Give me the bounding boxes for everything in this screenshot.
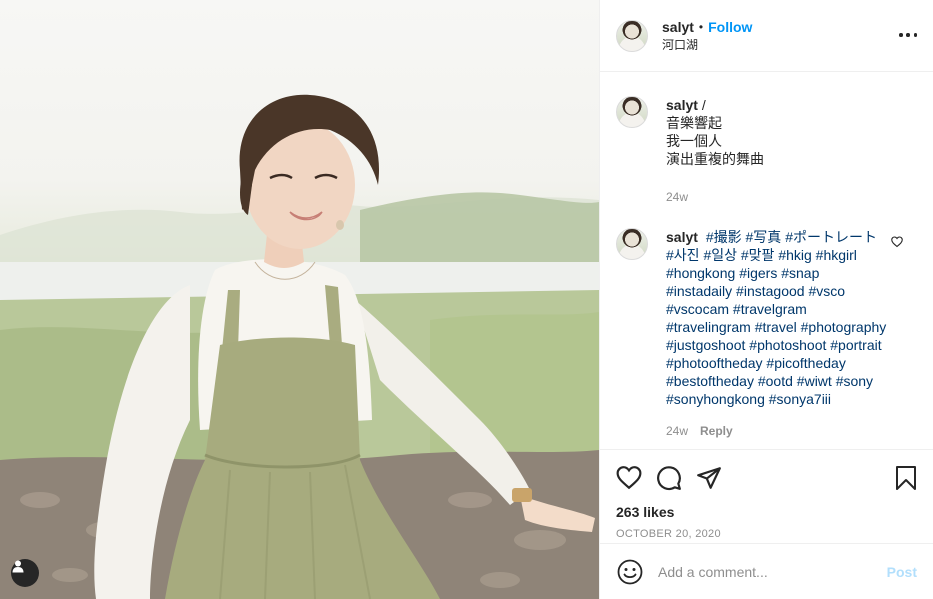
- comment-button[interactable]: [656, 458, 696, 498]
- hashtag-link[interactable]: #travelingram: [666, 319, 751, 335]
- reply-button[interactable]: Reply: [700, 422, 733, 440]
- comment-input[interactable]: [658, 563, 887, 580]
- hashtag-link[interactable]: #hongkong: [666, 265, 735, 281]
- comment-icon: [657, 466, 681, 491]
- caption-line: 我一個人: [666, 133, 722, 149]
- hashtag-link[interactable]: #ootd: [758, 373, 793, 389]
- tagged-user-button[interactable]: [11, 559, 39, 587]
- hashtag-link[interactable]: #igers: [739, 265, 777, 281]
- caption-username[interactable]: salyt: [666, 97, 698, 113]
- save-button[interactable]: [895, 458, 921, 498]
- heart-icon: [616, 466, 642, 490]
- hashtag-link[interactable]: #vsco: [808, 283, 845, 299]
- share-button[interactable]: [696, 458, 736, 498]
- more-options-icon[interactable]: [899, 26, 917, 44]
- hashtag-link[interactable]: #sonyhongkong: [666, 391, 765, 407]
- hashtag-link[interactable]: #bestoftheday: [666, 373, 754, 389]
- post-header: salyt • Follow 河口湖: [600, 0, 933, 72]
- likes-count[interactable]: 263 likes: [616, 504, 917, 520]
- avatar[interactable]: [616, 96, 648, 128]
- post-actions: 263 likes OCTOBER 20, 2020: [600, 449, 933, 543]
- hashtag-link[interactable]: #instadaily: [666, 283, 732, 299]
- post-photo[interactable]: [0, 0, 599, 599]
- hashtag-link[interactable]: #snap: [781, 265, 819, 281]
- hashtag-link[interactable]: #撮影: [706, 229, 742, 245]
- bookmark-icon: [896, 466, 916, 490]
- hashtag-link[interactable]: #instagood: [736, 283, 805, 299]
- avatar[interactable]: [616, 19, 648, 52]
- hashtag-link[interactable]: #hkig: [778, 247, 811, 263]
- header-info: salyt • Follow 河口湖: [662, 18, 752, 54]
- hashtag-link[interactable]: #写真: [746, 229, 782, 245]
- avatar[interactable]: [616, 228, 648, 260]
- photo-illustration: [0, 94, 599, 599]
- hashtag-link[interactable]: #맞팔: [741, 247, 775, 263]
- comment-username[interactable]: salyt: [666, 229, 698, 245]
- hashtag-link[interactable]: #picoftheday: [766, 355, 845, 371]
- share-icon: [697, 467, 721, 489]
- caption-suffix: /: [701, 97, 706, 113]
- hashtag-link[interactable]: #portrait: [830, 337, 881, 353]
- hashtag-link[interactable]: #travel: [755, 319, 797, 335]
- hashtag-link[interactable]: #justgoshoot: [666, 337, 745, 353]
- caption-line: 演出重複的舞曲: [666, 151, 764, 167]
- hashtag-link[interactable]: #wiwt: [797, 373, 832, 389]
- follow-button[interactable]: Follow: [708, 18, 752, 36]
- location-link[interactable]: 河口湖: [662, 36, 752, 54]
- header-username[interactable]: salyt: [662, 18, 694, 36]
- hashtag-link[interactable]: #photography: [801, 319, 887, 335]
- hashtag-link[interactable]: #hkgirl: [816, 247, 857, 263]
- hashtag-text: salyt #撮影 #写真 #ポートレート #사진 #일상 #맞팔 #hkig …: [666, 228, 888, 408]
- like-button[interactable]: [616, 458, 656, 498]
- hashtag-link[interactable]: #photooftheday: [666, 355, 763, 371]
- caption-time[interactable]: 24w: [666, 188, 688, 206]
- hashtag-link[interactable]: #ポートレート: [785, 229, 877, 245]
- hashtag-link[interactable]: #사진: [666, 247, 700, 263]
- post-comment-button[interactable]: Post: [887, 564, 917, 580]
- add-comment-bar: Post: [600, 543, 933, 599]
- hashtag-link[interactable]: #sony: [836, 373, 873, 389]
- hashtag-link[interactable]: #travelgram: [733, 301, 807, 317]
- hashtag-link[interactable]: #vscocam: [666, 301, 729, 317]
- hashtag-link[interactable]: #일상: [703, 247, 737, 263]
- comment-heart-icon[interactable]: [891, 236, 903, 248]
- user-icon: [12, 560, 24, 573]
- caption-comment: salyt / 音樂響起 我一個人 演出重複的舞曲 24w: [616, 96, 917, 206]
- comments-section[interactable]: salyt / 音樂響起 我一個人 演出重複的舞曲 24w salyt #撮影 #…: [600, 72, 933, 449]
- post-date: OCTOBER 20, 2020: [616, 528, 721, 540]
- comment-time[interactable]: 24w: [666, 422, 688, 440]
- hashtag-link[interactable]: #photoshoot: [749, 337, 826, 353]
- post-sidebar: salyt • Follow 河口湖 salyt / 音樂響起 我一個人 演出重複…: [599, 0, 933, 599]
- separator-dot: •: [698, 19, 704, 34]
- post-modal: salyt • Follow 河口湖 salyt / 音樂響起 我一個人 演出重複…: [0, 0, 933, 599]
- caption-line: 音樂響起: [666, 115, 722, 131]
- hashtag-link[interactable]: #sonya7iii: [769, 391, 831, 407]
- emoji-icon[interactable]: [616, 558, 644, 586]
- hashtag-comment: salyt #撮影 #写真 #ポートレート #사진 #일상 #맞팔 #hkig …: [616, 228, 917, 440]
